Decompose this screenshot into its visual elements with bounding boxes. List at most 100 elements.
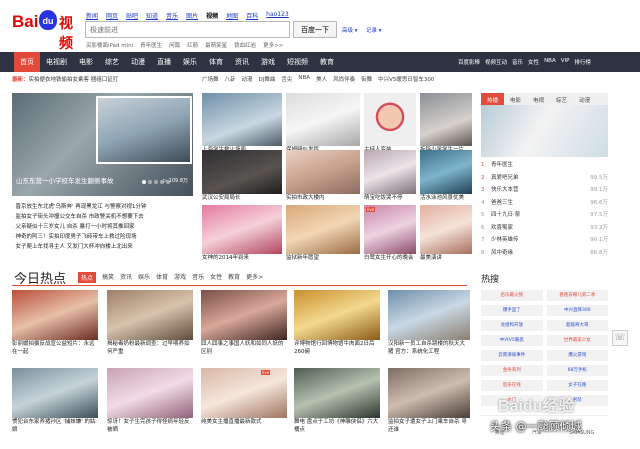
rank-tab-variety[interactable]: 综艺 bbox=[550, 93, 573, 105]
hot-search-item[interactable]: 后乐最火猪 bbox=[481, 290, 543, 301]
nav-sports[interactable]: 体育 bbox=[203, 52, 229, 72]
news-ticker[interactable]: 最新：实拍便衣地铁偷拍女乘客 捆组口证打 bbox=[12, 75, 196, 83]
today-tab-more[interactable]: 更多> bbox=[246, 272, 263, 283]
subnav-item[interactable]: DJ舞曲 bbox=[259, 75, 276, 83]
video-card[interactable]: 活水泳池风景优美 bbox=[420, 150, 472, 202]
baidu-video-logo[interactable]: Bai du 视频 bbox=[12, 6, 82, 52]
featured-video[interactable]: 山东东营一小学校车发生翻侧事故 ▷ 109.8万 bbox=[12, 93, 193, 196]
nav-home[interactable]: 首页 bbox=[14, 52, 40, 72]
video-card[interactable]: 武汉公安局局长 bbox=[202, 150, 282, 202]
video-card[interactable]: live 纯美女主播直播最新款式 bbox=[201, 368, 287, 449]
hotword[interactable]: 铁血红岩 bbox=[234, 41, 256, 49]
hot-search-item[interactable]: 超级奇大哥 bbox=[546, 320, 608, 331]
video-card[interactable]: 最美演讲 bbox=[420, 205, 472, 262]
nav-tv[interactable]: 电视剧 bbox=[40, 52, 73, 72]
hot-search-item[interactable]: 爸爸去哪儿第二季 bbox=[546, 290, 608, 301]
topnav-video[interactable]: 视频 bbox=[206, 11, 218, 20]
video-card[interactable]: 监拍女子遭女子上门乘车自杀 寻还谁 bbox=[388, 368, 470, 449]
records-link[interactable]: 记录 ▾ bbox=[366, 26, 382, 34]
video-card[interactable]: 拆除小学学生一片 bbox=[420, 93, 472, 157]
video-card[interactable]: 上海学生救火场面 bbox=[202, 93, 282, 157]
video-card[interactable]: 女神的2014年到来 bbox=[202, 205, 282, 262]
topnav-web[interactable]: 网页 bbox=[106, 11, 118, 20]
news-item[interactable]: 女子爬上车找寻主人 又发门大杯冲向楼上北出来 bbox=[12, 242, 196, 252]
news-item[interactable]: 神奇的阿三！实拍印度男子飞砖带车上救过险现场 bbox=[12, 232, 196, 242]
subnav-item[interactable]: 八卦 bbox=[225, 75, 236, 83]
feedback-icon[interactable]: ☏ bbox=[612, 330, 628, 346]
subnav-item[interactable]: 美人 bbox=[316, 75, 327, 83]
rank-row[interactable]: 7 少林英雄传 90.1万 bbox=[481, 234, 608, 247]
nav-games[interactable]: 游戏 bbox=[255, 52, 281, 72]
subnav-item[interactable]: 广场舞 bbox=[202, 75, 219, 83]
today-tab[interactable]: 女性 bbox=[210, 272, 222, 283]
today-tab[interactable]: 教育 bbox=[228, 272, 240, 283]
video-card[interactable]: 萌宝吃饭哭不停 bbox=[364, 150, 416, 202]
hot-search-item[interactable]: 爆火游戏 bbox=[546, 350, 608, 361]
nav-right-yingbang[interactable]: 百度影棒 bbox=[458, 58, 480, 66]
hot-search-item[interactable]: 中兴V5暖思 bbox=[481, 335, 543, 346]
hot-search-item[interactable]: 爆手里了 bbox=[481, 305, 543, 316]
video-card[interactable]: 汉阳新一员工自杀跳楼的秋天大猪 官方：系统化工程 bbox=[388, 290, 470, 360]
news-item[interactable]: 父亲疑似十三岁女儿 自杀 暴打一小时将其推回家 bbox=[12, 222, 196, 232]
video-card[interactable]: 主持人变装 bbox=[364, 93, 416, 157]
video-card[interactable]: 保姆疑似发挥 bbox=[286, 93, 360, 157]
subnav-item[interactable]: 街舞 bbox=[361, 75, 372, 83]
hot-search-item[interactable]: 后乐在线 bbox=[481, 380, 543, 391]
rank-tab-anime[interactable]: 动漫 bbox=[573, 93, 596, 105]
subnav-item[interactable]: NBA bbox=[298, 75, 310, 83]
subnav-item[interactable]: 中兴V5暖思日智车300 bbox=[378, 75, 434, 83]
nav-edu[interactable]: 教育 bbox=[314, 52, 340, 72]
today-tab[interactable]: 热点 bbox=[78, 272, 97, 283]
video-card[interactable]: 实拍市政大楼内 bbox=[286, 150, 360, 202]
video-card[interactable]: 评博物馆行回博物馆牛肉面2日后260碗 bbox=[294, 290, 380, 360]
rank-tab-hot[interactable]: 热播 bbox=[481, 93, 505, 105]
nav-variety[interactable]: 综艺 bbox=[99, 52, 125, 72]
hotword[interactable]: 最萌笑星 bbox=[205, 41, 227, 49]
news-item[interactable]: 晋京放生东北虎'乌斯奔' 再现黑龙江 与警察对视1分钟 bbox=[12, 202, 196, 212]
advanced-search-link[interactable]: 高级 ▾ bbox=[342, 26, 358, 34]
rank-row[interactable]: 6 欢喜冤家 93.2万 bbox=[481, 222, 608, 235]
nav-right-nba[interactable]: NBA bbox=[544, 58, 556, 66]
ranking-hero-image[interactable] bbox=[481, 105, 608, 157]
nav-right-music[interactable]: 音乐 bbox=[512, 58, 523, 66]
hot-search-item[interactable]: 女子在路 bbox=[546, 380, 608, 391]
topnav-hao123[interactable]: hao123 bbox=[266, 11, 289, 20]
topnav-music[interactable]: 音乐 bbox=[166, 11, 178, 20]
rank-tab-movie[interactable]: 电影 bbox=[504, 93, 527, 105]
today-tab[interactable]: 音乐 bbox=[192, 272, 204, 283]
topnav-zhidao[interactable]: 知道 bbox=[146, 11, 158, 20]
hotword[interactable]: 青年医生 bbox=[140, 41, 162, 49]
hot-search-item[interactable]: 68万手机 bbox=[546, 365, 608, 376]
video-card[interactable]: live 白鹭女生开心的晚会 bbox=[364, 205, 416, 262]
topnav-news[interactable]: 新闻 bbox=[86, 11, 98, 20]
hotword[interactable]: 买影楼面iPad mini bbox=[86, 41, 133, 49]
topnav-tieba[interactable]: 贴吧 bbox=[126, 11, 138, 20]
rank-tab-tv[interactable]: 电视 bbox=[527, 93, 550, 105]
video-card[interactable]: 囧人囧事之事国人妖和如同人妖的区别 bbox=[201, 290, 287, 360]
hotword[interactable]: 红箭 bbox=[187, 41, 198, 49]
news-item[interactable]: 监拍女子街头冲撞公交车自杀 市政警关机不想要下去 bbox=[12, 212, 196, 222]
video-card[interactable]: 惊讶！女子生完孩子得怪病年轻反被晒 bbox=[107, 368, 193, 449]
rank-row[interactable]: 8 风中奇缘 86.8万 bbox=[481, 247, 608, 260]
today-tab[interactable]: 体育 bbox=[156, 272, 168, 283]
hot-search-item[interactable]: 云南滑坡事件 bbox=[481, 350, 543, 361]
rank-row[interactable]: 4 爸爸三生 96.6万 bbox=[481, 197, 608, 210]
nav-movie[interactable]: 电影 bbox=[73, 52, 99, 72]
nav-anime[interactable]: 动漫 bbox=[125, 52, 151, 72]
topnav-baike[interactable]: 百科 bbox=[246, 11, 258, 20]
topnav-images[interactable]: 图片 bbox=[186, 11, 198, 20]
video-card[interactable]: 惯犯台东家养猪孙区 '捕妹嫌' 的姑娘 bbox=[12, 368, 98, 449]
hot-search-item[interactable]: 龙组和开放 bbox=[481, 320, 543, 331]
video-card[interactable]: 揭秘毒奶粉最新调查：过早喂养如何严重 bbox=[107, 290, 193, 360]
nav-right-vip[interactable]: VIP bbox=[561, 58, 570, 66]
search-button[interactable]: 百度一下 bbox=[293, 21, 337, 38]
hotword[interactable]: 闲篇 bbox=[169, 41, 180, 49]
hot-search-item[interactable]: 金条系列 bbox=[481, 365, 543, 376]
subnav-item[interactable]: 风尚伴奏 bbox=[333, 75, 355, 83]
today-tab[interactable]: 游戏 bbox=[174, 272, 186, 283]
today-tab[interactable]: 娱乐 bbox=[138, 272, 150, 283]
video-card[interactable]: 监狱新年愿望 bbox=[286, 205, 360, 262]
nav-short-video[interactable]: 短视频 bbox=[281, 52, 314, 72]
today-tab[interactable]: 资讯 bbox=[120, 272, 132, 283]
hot-search-item[interactable]: 中兴直降300 bbox=[546, 305, 608, 316]
